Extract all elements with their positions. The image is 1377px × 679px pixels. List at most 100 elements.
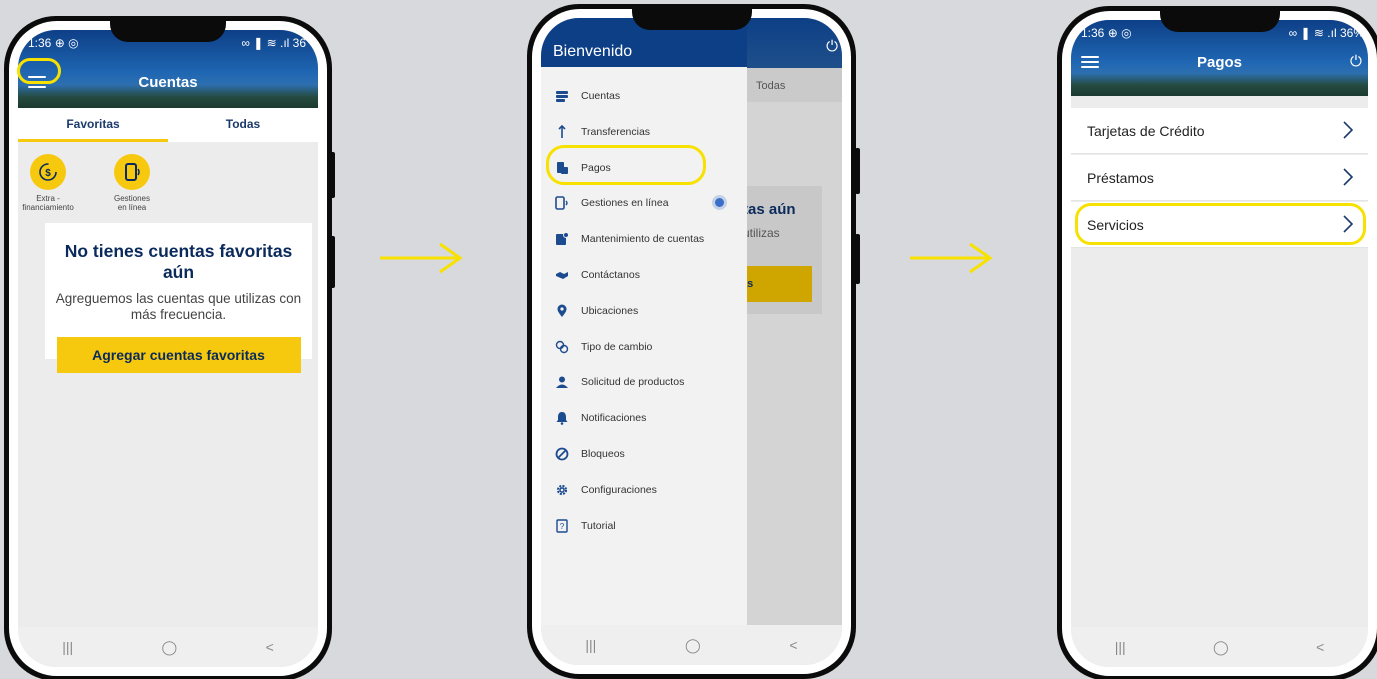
- highlight-menu: [17, 58, 61, 84]
- background-tab-todas: Todas: [756, 80, 786, 92]
- page-title: Cuentas: [138, 74, 198, 91]
- menu-item-label: Gestiones en línea: [581, 197, 669, 210]
- quick-action-gestiones[interactable]: Gestiones en línea: [92, 154, 172, 212]
- back-button[interactable]: <: [266, 639, 274, 655]
- recent-apps-button[interactable]: |||: [62, 639, 73, 655]
- svg-text:?: ?: [560, 522, 565, 531]
- notch: [631, 4, 752, 30]
- home-button[interactable]: ◯: [1213, 639, 1229, 656]
- status-time: 1:36 ⊕ ◎: [28, 36, 79, 50]
- phone-1: 1:36 ⊕ ◎ ∞ ❚ ≋ .ıl 36 Cuentas Favoritas …: [4, 16, 332, 679]
- row-prestamos[interactable]: Préstamos: [1071, 155, 1368, 201]
- notch: [110, 16, 226, 42]
- phone-1-screen: 1:36 ⊕ ◎ ∞ ❚ ≋ .ıl 36 Cuentas Favoritas …: [18, 30, 318, 667]
- tab-bar: Favoritas Todas: [18, 108, 318, 142]
- side-button: [330, 236, 335, 288]
- phone-signal-icon: [114, 154, 150, 190]
- exchange-icon: [555, 340, 569, 354]
- arrow-right-icon: [910, 242, 993, 274]
- navigation-drawer: Bienvenido Cuentas Transferencias Pagos Ges…: [541, 18, 747, 625]
- status-time: 1:36 ⊕ ◎: [1081, 26, 1132, 40]
- side-button: [855, 148, 860, 194]
- home-button[interactable]: ◯: [685, 637, 701, 654]
- quick-action-label: Extra - financiamiento: [22, 194, 74, 212]
- empty-favorites-card: No tienes cuentas favoritas aún Agreguem…: [45, 223, 312, 373]
- menu-item-label: Tutorial: [581, 519, 616, 532]
- touch-indicator: [715, 198, 724, 208]
- block-icon: [555, 447, 569, 461]
- menu-item-0[interactable]: Cuentas: [555, 89, 620, 103]
- row-tarjetas[interactable]: Tarjetas de Crédito: [1071, 108, 1368, 154]
- menu-item-1[interactable]: Transferencias: [555, 124, 651, 139]
- accounts-icon: [555, 89, 569, 103]
- menu-item-7[interactable]: Tipo de cambio: [555, 340, 652, 354]
- phone-3: 1:36 ⊕ ◎ ∞ ❚ ≋ .ıl 36% Pagos ⏻ Tarjetas …: [1057, 6, 1377, 679]
- menu-item-10[interactable]: Bloqueos: [555, 447, 625, 461]
- recent-apps-button[interactable]: |||: [1115, 639, 1126, 655]
- user-request-icon: [555, 375, 569, 389]
- menu-item-11[interactable]: Configuraciones: [555, 483, 657, 497]
- quick-action-label: Gestiones en línea: [113, 194, 151, 212]
- empty-text: Agreguemos las cuentas que utilizas con …: [55, 291, 302, 322]
- menu-item-label: Transferencias: [581, 125, 651, 138]
- menu-item-4[interactable]: Mantenimiento de cuentas: [555, 232, 704, 246]
- menu-item-label: Tipo de cambio: [581, 340, 653, 353]
- row-label: Tarjetas de Crédito: [1087, 123, 1205, 139]
- tab-todas[interactable]: Todas: [168, 108, 318, 142]
- row-label: Préstamos: [1087, 170, 1154, 186]
- location-pin-icon: [555, 304, 569, 318]
- menu-item-label: Bloqueos: [581, 448, 625, 460]
- gear-icon: [555, 483, 569, 497]
- android-nav-bar: ||| ◯ <: [541, 625, 842, 665]
- menu-item-label: Mantenimiento de cuentas: [581, 233, 705, 246]
- handshake-icon: [555, 268, 569, 282]
- phone-3-screen: 1:36 ⊕ ◎ ∞ ❚ ≋ .ıl 36% Pagos ⏻ Tarjetas …: [1071, 20, 1368, 667]
- maintenance-icon: [555, 232, 569, 246]
- phone-2: Todas tas aún utilizas as ⏻ Bienvenido C…: [527, 4, 856, 679]
- power-icon[interactable]: ⏻: [826, 38, 838, 55]
- menu-item-9[interactable]: Notificaciones: [555, 411, 646, 425]
- back-button[interactable]: <: [789, 637, 797, 653]
- background-title: tas aún: [743, 201, 796, 218]
- page-title: Pagos: [1196, 54, 1242, 71]
- highlight-pagos: [546, 145, 706, 185]
- phone-2-screen: Todas tas aún utilizas as ⏻ Bienvenido C…: [541, 18, 842, 665]
- notch: [1159, 6, 1280, 32]
- status-system-icons: ∞ ❚ ≋ .ıl 36: [241, 36, 306, 50]
- menu-item-8[interactable]: Solicitud de productos: [555, 375, 684, 389]
- tab-favoritas[interactable]: Favoritas: [18, 108, 168, 142]
- arrow-right-icon: [380, 242, 463, 274]
- background-text: utilizas: [743, 226, 780, 240]
- menu-item-label: Configuraciones: [581, 483, 657, 496]
- menu-item-label: Ubicaciones: [581, 304, 639, 317]
- power-icon[interactable]: ⏻: [1350, 53, 1366, 70]
- menu-item-label: Cuentas: [581, 90, 621, 102]
- home-button[interactable]: ◯: [162, 639, 178, 656]
- status-system-icons: ∞ ❚ ≋ .ıl 36%: [1288, 26, 1364, 40]
- menu-item-3[interactable]: Gestiones en línea: [555, 196, 724, 211]
- bell-icon: [555, 411, 569, 425]
- side-button: [855, 234, 860, 284]
- transfer-icon: [555, 124, 569, 139]
- menu-item-label: Solicitud de productos: [581, 376, 685, 389]
- back-button[interactable]: <: [1316, 639, 1324, 655]
- android-nav-bar: ||| ◯ <: [1071, 627, 1368, 667]
- empty-title: No tienes cuentas favoritas aún: [64, 241, 293, 282]
- menu-item-label: Notificaciones: [581, 412, 647, 425]
- chevron-right-icon: [1343, 121, 1354, 139]
- menu-item-6[interactable]: Ubicaciones: [555, 304, 638, 318]
- menu-item-12[interactable]: ? Tutorial: [555, 518, 616, 533]
- money-cycle-icon: $: [30, 154, 66, 190]
- svg-text:$: $: [45, 168, 51, 179]
- quick-action-extra-financiamiento[interactable]: $ Extra - financiamiento: [18, 154, 88, 212]
- chevron-right-icon: [1343, 168, 1354, 186]
- android-nav-bar: ||| ◯ <: [18, 627, 318, 667]
- tutorial-icon: ?: [555, 518, 569, 533]
- menu-item-label: Contáctanos: [581, 269, 640, 281]
- online-icon: [555, 196, 569, 211]
- side-button: [330, 152, 335, 198]
- recent-apps-button[interactable]: |||: [585, 637, 596, 653]
- menu-item-5[interactable]: Contáctanos: [555, 268, 640, 282]
- add-favorites-button[interactable]: Agregar cuentas favoritas: [56, 337, 301, 373]
- highlight-servicios: [1075, 203, 1366, 245]
